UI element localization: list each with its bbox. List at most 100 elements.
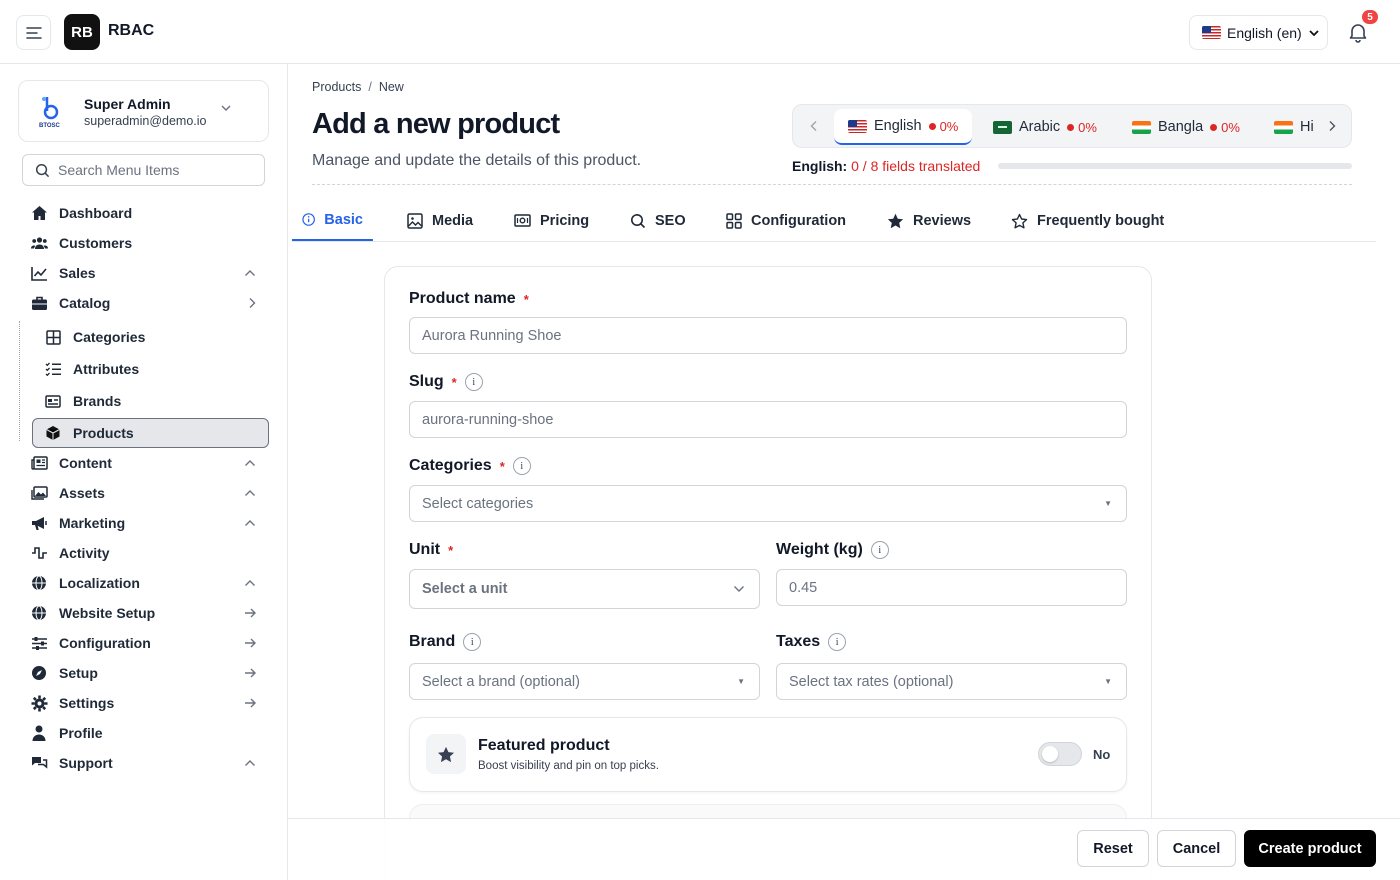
tab-pricing[interactable]: Pricing	[504, 200, 599, 241]
brand-label: Brand i	[409, 633, 482, 651]
card-icon	[44, 392, 62, 410]
field-label-text: Taxes	[776, 633, 821, 650]
sidebar-item-marketing[interactable]: Marketing	[30, 510, 266, 536]
brand-select[interactable]: Select a brand (optional) ▼	[409, 663, 760, 700]
info-icon[interactable]: i	[870, 541, 889, 559]
sidebar-item-setup[interactable]: Setup	[30, 660, 266, 686]
info-icon[interactable]: i	[828, 633, 847, 651]
product-tabs: Basic Media Pricing SEO Configuration Re…	[292, 200, 1376, 242]
tab-label: Media	[432, 212, 474, 229]
language-tabs-next-button[interactable]	[1317, 105, 1347, 147]
sidebar-item-localization[interactable]: Localization	[30, 570, 266, 596]
us-flag-icon	[1202, 26, 1221, 39]
info-icon[interactable]: i	[512, 457, 531, 475]
arrow-right-icon	[245, 608, 256, 618]
language-tabs: English 0% Arabic 0% Bangla 0% Hi	[792, 104, 1352, 148]
sidebar-item-label: Content	[59, 455, 112, 471]
language-tab-arabic[interactable]: Arabic 0%	[979, 109, 1111, 145]
sidebar-subitem-products[interactable]: Products	[32, 418, 269, 448]
sidebar-subitem-categories[interactable]: Categories	[44, 323, 268, 351]
sidebar-item-sales[interactable]: Sales	[30, 260, 266, 286]
info-icon[interactable]: i	[464, 373, 483, 391]
home-icon	[30, 204, 48, 222]
star-icon	[426, 734, 466, 774]
globe-icon	[30, 604, 48, 622]
megaphone-icon	[30, 514, 48, 532]
page-title: Add a new product	[312, 108, 560, 140]
menu-search-input[interactable]: Search Menu Items	[22, 154, 265, 186]
tab-reviews[interactable]: Reviews	[877, 200, 981, 241]
caret-down-icon: ▼	[1104, 677, 1112, 686]
star-outline-icon	[1011, 213, 1028, 228]
categories-select[interactable]: Select categories ▼	[409, 485, 1127, 522]
language-tab-bangla[interactable]: Bangla 0%	[1118, 109, 1254, 145]
status-dot	[1210, 123, 1218, 131]
menu-toggle-button[interactable]	[16, 15, 51, 50]
sidebar-item-configuration[interactable]: Configuration	[30, 630, 266, 656]
create-product-button[interactable]: Create product	[1244, 830, 1376, 867]
sidebar-item-settings[interactable]: Settings	[30, 690, 266, 716]
translation-status-label: English:	[792, 158, 848, 174]
breadcrumb-products-link[interactable]: Products	[312, 80, 361, 94]
sidebar-item-support[interactable]: Support	[30, 750, 266, 776]
info-circle-icon	[302, 213, 315, 226]
sidebar-subitem-brands[interactable]: Brands	[44, 387, 268, 415]
users-icon	[30, 234, 48, 252]
translation-progress-bar	[998, 163, 1352, 169]
sidebar-item-label: Dashboard	[59, 205, 133, 221]
sidebar-item-website-setup[interactable]: Website Setup	[30, 600, 266, 626]
sidebar-item-activity[interactable]: Activity	[30, 540, 266, 566]
in-flag-icon	[1274, 120, 1293, 134]
grid-icon	[44, 328, 62, 346]
tab-configuration[interactable]: Configuration	[716, 200, 856, 241]
sa-flag-icon	[993, 120, 1012, 134]
featured-product-panel: Featured product Boost visibility and pi…	[409, 717, 1127, 792]
language-tab-label: Arabic	[1019, 119, 1061, 135]
sidebar-item-catalog[interactable]: Catalog	[30, 290, 266, 316]
unit-select[interactable]: Select a unit	[409, 569, 760, 609]
language-select[interactable]: English (en)	[1189, 15, 1328, 50]
sidebar-subitem-attributes[interactable]: Attributes	[44, 355, 268, 383]
language-tab-english[interactable]: English 0%	[834, 109, 973, 145]
featured-product-toggle[interactable]	[1038, 742, 1082, 766]
field-label-text: Product name	[409, 290, 516, 307]
chevron-up-icon	[245, 520, 255, 526]
info-icon[interactable]: i	[463, 633, 482, 651]
slug-input[interactable]: aurora-running-shoe	[409, 401, 1127, 438]
sidebar-item-label: Configuration	[59, 635, 151, 651]
breadcrumb-current: New	[378, 80, 404, 94]
taxes-select[interactable]: Select tax rates (optional) ▼	[776, 663, 1127, 700]
cancel-button[interactable]: Cancel	[1157, 830, 1236, 867]
caret-down-icon: ▼	[737, 677, 745, 686]
product-name-input[interactable]: Aurora Running Shoe	[409, 317, 1127, 354]
user-card[interactable]: BTOSC Super Admin superadmin@demo.io	[18, 80, 269, 142]
tab-basic[interactable]: Basic	[292, 200, 373, 241]
sidebar-item-content[interactable]: Content	[30, 450, 266, 476]
reset-button[interactable]: Reset	[1077, 830, 1149, 867]
sidebar-item-profile[interactable]: Profile	[30, 720, 266, 746]
sidebar-item-assets[interactable]: Assets	[30, 480, 266, 506]
user-name: Super Admin	[84, 96, 171, 112]
caret-down-icon: ▼	[1104, 499, 1112, 508]
us-flag-icon	[848, 119, 867, 133]
star-icon	[887, 213, 904, 228]
tab-label: Frequently bought	[1037, 212, 1165, 229]
weight-input[interactable]: 0.45	[776, 569, 1127, 606]
taxes-label: Taxes i	[776, 633, 847, 651]
language-tabs-prev-button[interactable]	[799, 105, 829, 147]
app-logo[interactable]: RB	[64, 14, 100, 50]
status-dot	[928, 122, 936, 130]
in-flag-icon	[1132, 120, 1151, 134]
compass-icon	[30, 664, 48, 682]
featured-toggle-label: No	[1093, 747, 1111, 762]
language-tab-hindi[interactable]: Hi	[1260, 109, 1320, 145]
sidebar-item-customers[interactable]: Customers	[30, 230, 266, 256]
language-tab-label: Hi	[1300, 119, 1314, 135]
tab-media[interactable]: Media	[397, 200, 483, 241]
tab-frequently-bought[interactable]: Frequently bought	[1001, 200, 1174, 241]
briefcase-icon	[30, 294, 48, 312]
sidebar-item-dashboard[interactable]: Dashboard	[30, 200, 266, 226]
tab-label: Basic	[324, 211, 363, 228]
product-name-label: Product name *	[409, 290, 529, 308]
tab-seo[interactable]: SEO	[620, 200, 696, 241]
